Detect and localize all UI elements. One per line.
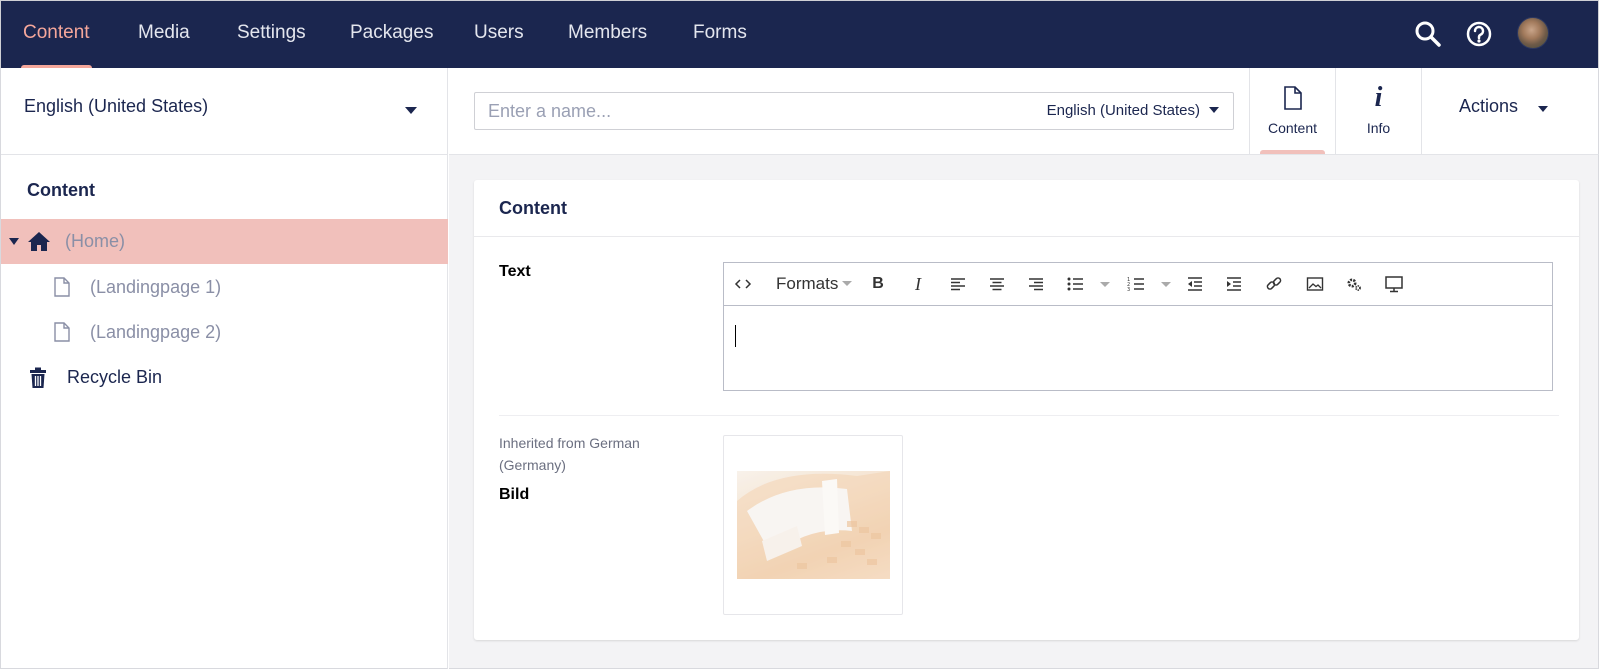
outdent-icon[interactable] bbox=[1186, 273, 1204, 295]
rte-toolbar: Formats B I 123 bbox=[724, 263, 1552, 306]
bullet-list-icon[interactable] bbox=[1066, 273, 1084, 295]
rte-text-area[interactable] bbox=[724, 306, 1552, 390]
image-thumbnail bbox=[737, 471, 890, 579]
expand-caret-icon[interactable] bbox=[9, 238, 19, 246]
section-members[interactable]: Members bbox=[568, 1, 647, 69]
tree-item-label: (Home) bbox=[65, 231, 126, 251]
document-icon bbox=[1284, 86, 1302, 110]
tree-item-label: (Landingpage 1) bbox=[90, 277, 222, 297]
align-center-icon[interactable] bbox=[988, 273, 1006, 295]
section-users[interactable]: Users bbox=[474, 1, 524, 69]
formats-label: Formats bbox=[776, 274, 839, 293]
rich-text-editor: Formats B I 123 bbox=[723, 262, 1553, 391]
trash-icon bbox=[30, 367, 46, 388]
embed-icon[interactable] bbox=[1384, 273, 1404, 295]
tree-item-home[interactable]: (Home) bbox=[1, 219, 448, 264]
section-forms[interactable]: Forms bbox=[693, 1, 747, 69]
tree-item-landingpage-1[interactable]: (Landingpage 1) bbox=[1, 265, 448, 310]
property-separator bbox=[499, 415, 1559, 416]
tree-item-label: (Landingpage 2) bbox=[90, 322, 222, 342]
name-input[interactable] bbox=[475, 93, 1015, 129]
indent-icon[interactable] bbox=[1225, 273, 1243, 295]
section-settings[interactable]: Settings bbox=[237, 1, 306, 69]
panel-title: Content bbox=[499, 198, 567, 218]
tab-label: Content bbox=[1267, 120, 1318, 136]
content-panel: Content Text Formats B I 1 2 3 Inherited… bbox=[474, 180, 1579, 640]
section-content[interactable]: Content bbox=[21, 1, 92, 69]
align-left-icon[interactable] bbox=[949, 273, 967, 295]
section-media[interactable]: Media bbox=[138, 1, 190, 69]
image-icon[interactable] bbox=[1306, 273, 1324, 295]
text-cursor bbox=[735, 325, 736, 347]
help-icon[interactable] bbox=[1464, 19, 1494, 49]
property-label-text: Text bbox=[499, 263, 531, 280]
sidebar-language-select[interactable]: English (United States) bbox=[1, 68, 448, 155]
numbered-list-dropdown[interactable] bbox=[1161, 282, 1171, 287]
chevron-down-icon bbox=[405, 107, 417, 114]
variant-language-select[interactable]: English (United States) bbox=[1047, 102, 1219, 119]
actions-button[interactable]: Actions bbox=[1421, 68, 1599, 154]
editor-main: Content Text Formats B I 1 2 3 Inherited… bbox=[449, 155, 1599, 669]
formats-dropdown[interactable]: Formats bbox=[776, 273, 853, 295]
bullet-list-dropdown[interactable] bbox=[1100, 282, 1110, 287]
property-description-inherited: Inherited from German (Germany) bbox=[499, 435, 640, 473]
tree-item-label: Recycle Bin bbox=[67, 367, 163, 387]
variant-language-label: English (United States) bbox=[1046, 102, 1200, 119]
name-field-wrapper: English (United States) bbox=[474, 92, 1234, 130]
editor-header: English (United States) Content i Info A… bbox=[449, 68, 1599, 155]
info-icon: i bbox=[1374, 82, 1383, 113]
property-label-bild: Bild bbox=[499, 486, 530, 503]
user-avatar[interactable] bbox=[1517, 17, 1549, 49]
actions-label: Actions bbox=[1459, 96, 1519, 116]
align-right-icon[interactable] bbox=[1027, 273, 1045, 295]
document-icon bbox=[54, 277, 70, 297]
document-icon bbox=[54, 322, 70, 342]
panel-divider bbox=[474, 236, 1579, 237]
bold-icon[interactable]: B bbox=[870, 273, 886, 295]
macro-icon[interactable] bbox=[1345, 273, 1363, 295]
tab-label: Info bbox=[1366, 120, 1391, 136]
chevron-down-icon bbox=[842, 281, 853, 286]
tab-content[interactable]: Content bbox=[1249, 68, 1335, 154]
link-icon[interactable] bbox=[1265, 273, 1283, 295]
home-icon bbox=[28, 232, 50, 251]
tab-info[interactable]: i Info bbox=[1335, 68, 1421, 154]
source-code-icon[interactable] bbox=[734, 273, 752, 295]
svg-text:3: 3 bbox=[1127, 287, 1130, 293]
tree-item-landingpage-2[interactable]: (Landingpage 2) bbox=[1, 310, 448, 355]
sidebar-language-label: English (United States) bbox=[24, 96, 209, 116]
search-icon[interactable] bbox=[1413, 19, 1443, 49]
top-navigation: Content Media Settings Packages Users Me… bbox=[0, 0, 1599, 69]
chevron-down-icon bbox=[1209, 107, 1219, 113]
numbered-list-icon[interactable]: 123 bbox=[1127, 273, 1145, 295]
tree-title: Content bbox=[27, 180, 95, 200]
tree-item-recycle-bin[interactable]: Recycle Bin bbox=[1, 355, 448, 400]
sidebar: English (United States) Content (Home) (… bbox=[0, 68, 448, 669]
image-picker[interactable] bbox=[723, 435, 903, 615]
chevron-down-icon bbox=[1538, 106, 1548, 112]
section-packages[interactable]: Packages bbox=[350, 1, 433, 69]
italic-icon[interactable]: I bbox=[910, 273, 926, 295]
